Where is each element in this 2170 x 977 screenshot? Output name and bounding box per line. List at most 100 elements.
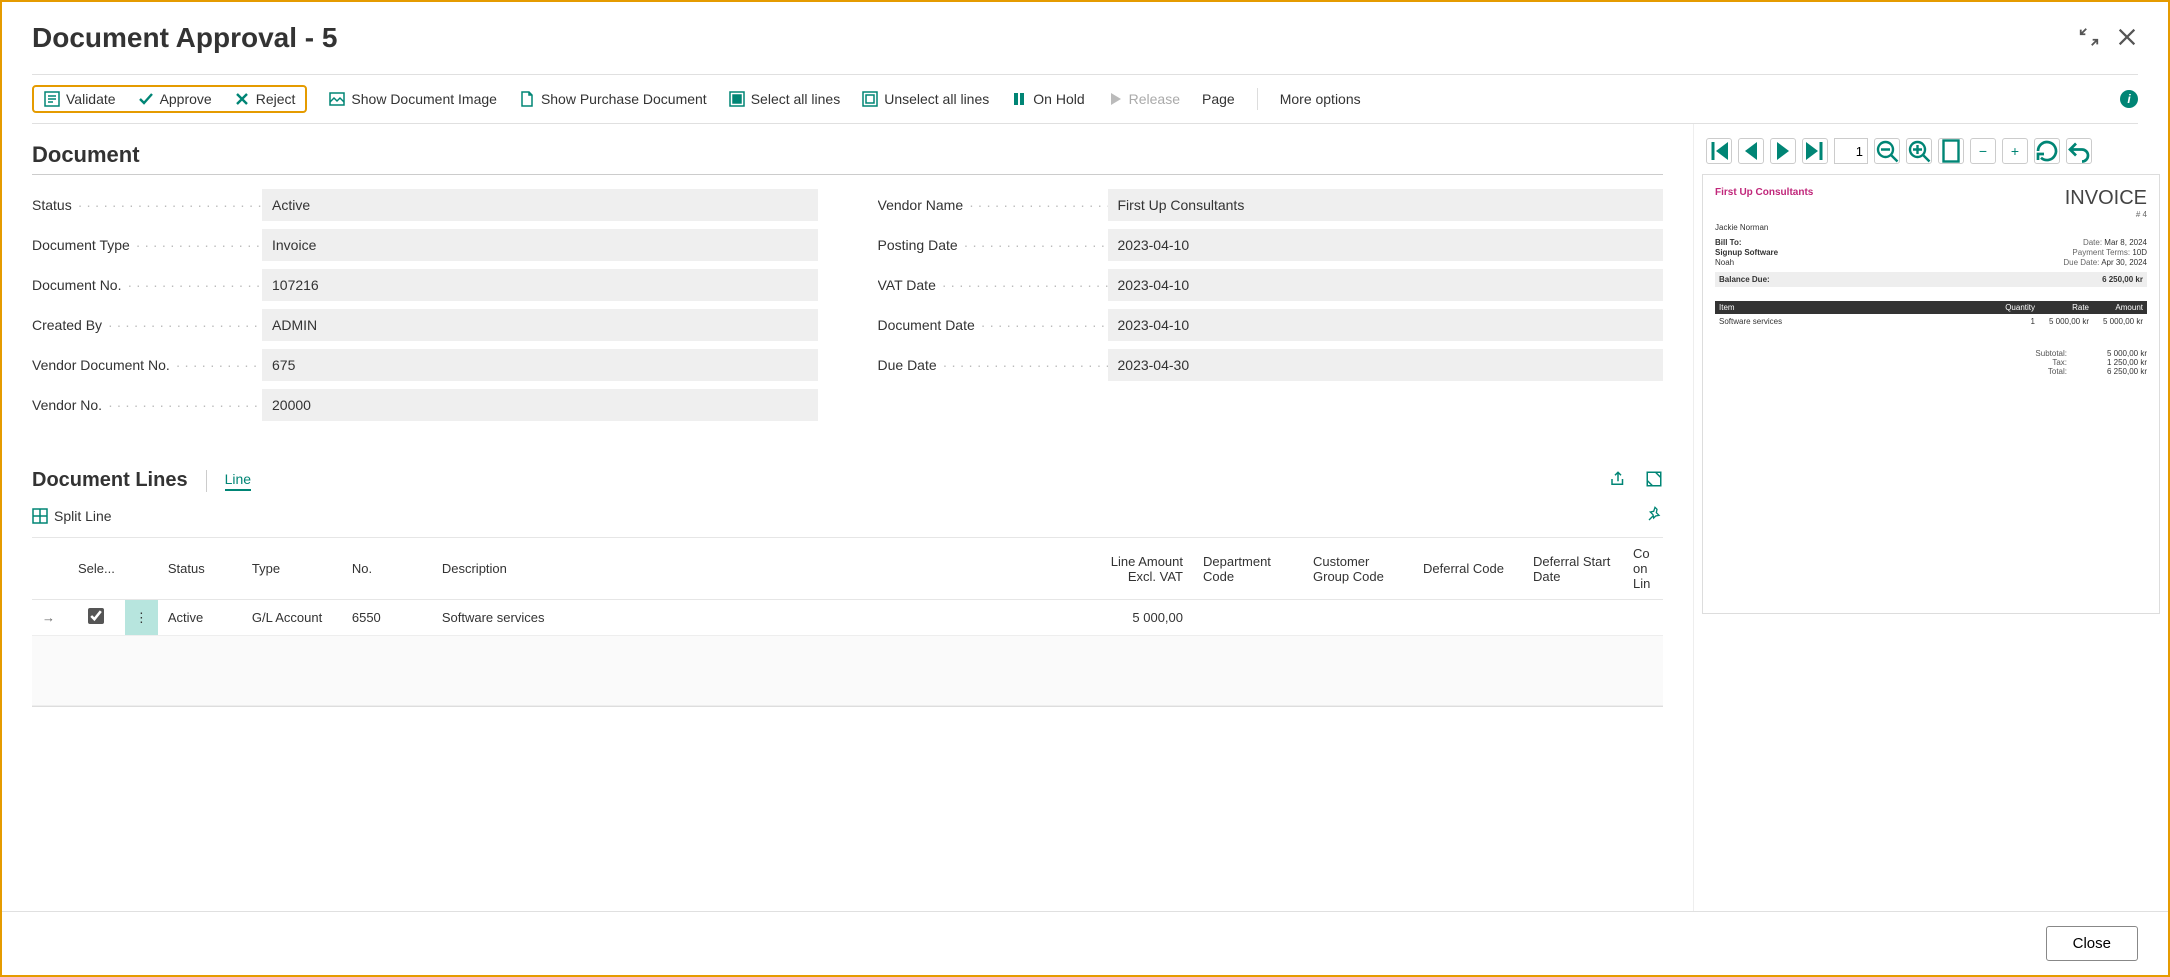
document-lines-table-wrap[interactable]: Sele... Status Type No. Description Line… — [32, 533, 1663, 707]
approve-button[interactable]: Approve — [138, 91, 212, 107]
validate-icon — [44, 91, 60, 107]
cell-cust[interactable] — [1303, 600, 1413, 636]
document-icon — [519, 91, 535, 107]
page-number-input[interactable] — [1834, 138, 1868, 164]
row-menu-button[interactable]: ⋮ — [125, 600, 158, 636]
col-comment[interactable]: Co on Lin — [1623, 538, 1663, 600]
col-description[interactable]: Description — [432, 538, 1073, 600]
invoice-preview[interactable]: First Up Consultants INVOICE # 4 Jackie … — [1702, 174, 2160, 614]
unselect-all-icon — [862, 91, 878, 107]
share-icon[interactable] — [1609, 470, 1627, 491]
col-deferral[interactable]: Deferral Code — [1413, 538, 1523, 600]
field-value-doc-type[interactable]: Invoice — [262, 229, 818, 261]
cell-type[interactable]: G/L Account — [242, 600, 342, 636]
unselect-all-label: Unselect all lines — [884, 91, 989, 107]
cell-comment[interactable] — [1623, 600, 1663, 636]
field-value-created-by[interactable]: ADMIN — [262, 309, 818, 341]
inv-due-label: Due Date: — [2029, 258, 2099, 267]
row-indicator-icon[interactable]: → — [32, 600, 68, 636]
approve-label: Approve — [160, 91, 212, 107]
on-hold-button[interactable]: On Hold — [1011, 91, 1084, 107]
field-value-due-date[interactable]: 2023-04-30 — [1108, 349, 1664, 381]
cell-description[interactable]: Software services — [432, 600, 1073, 636]
page-label: Page — [1202, 91, 1235, 107]
minus-button[interactable]: − — [1970, 138, 1996, 164]
inv-number: # 4 — [2065, 210, 2147, 219]
split-line-button[interactable]: Split Line — [32, 508, 112, 524]
close-button[interactable]: Close — [2046, 926, 2138, 961]
col-cust[interactable]: Customer Group Code — [1303, 538, 1413, 600]
inv-total-label: Total: — [2007, 367, 2067, 376]
inv-billto-person: Noah — [1715, 258, 1778, 267]
close-icon[interactable] — [2116, 26, 2138, 51]
field-value-status[interactable]: Active — [262, 189, 818, 221]
cell-status[interactable]: Active — [158, 600, 242, 636]
field-label-created-by: Created By — [32, 317, 262, 333]
inv-subtotal: 5 000,00 kr — [2087, 349, 2147, 358]
col-amount[interactable]: Line Amount Excl. VAT — [1073, 538, 1193, 600]
col-type[interactable]: Type — [242, 538, 342, 600]
field-value-doc-no[interactable]: 107216 — [262, 269, 818, 301]
refresh-button[interactable] — [2034, 138, 2060, 164]
collapse-icon[interactable] — [2078, 26, 2100, 51]
field-value-posting-date[interactable]: 2023-04-10 — [1108, 229, 1664, 261]
inv-item-rate: 5 000,00 kr — [2035, 317, 2089, 326]
field-value-vendor-doc-no[interactable]: 675 — [262, 349, 818, 381]
reject-button[interactable]: Reject — [234, 91, 296, 107]
field-label-vendor-name: Vendor Name — [878, 197, 1108, 213]
col-select[interactable]: Sele... — [68, 538, 125, 600]
show-document-image-button[interactable]: Show Document Image — [329, 91, 497, 107]
page-menu[interactable]: Page — [1202, 91, 1235, 107]
title-bar: Document Approval - 5 — [2, 2, 2168, 54]
pin-icon[interactable] — [1647, 506, 1663, 525]
cell-dept[interactable] — [1193, 600, 1303, 636]
cell-no[interactable]: 6550 — [342, 600, 432, 636]
zoom-out-button[interactable] — [1874, 138, 1900, 164]
row-select-checkbox[interactable] — [88, 608, 104, 624]
info-icon[interactable]: i — [2120, 90, 2138, 108]
cell-amount[interactable]: 5 000,00 — [1073, 600, 1193, 636]
document-section-title: Document — [32, 142, 1663, 175]
field-value-vendor-name[interactable]: First Up Consultants — [1108, 189, 1664, 221]
expand-icon[interactable] — [1645, 470, 1663, 491]
table-row[interactable]: → ⋮ Active G/L Account 6550 Software ser… — [32, 600, 1663, 636]
inv-terms-label: Payment Terms: — [2060, 248, 2130, 257]
field-label-doc-no: Document No. — [32, 277, 262, 293]
field-label-document-date: Document Date — [878, 317, 1108, 333]
plus-button[interactable]: + — [2002, 138, 2028, 164]
fit-page-button[interactable] — [1938, 138, 1964, 164]
unselect-all-lines-button[interactable]: Unselect all lines — [862, 91, 989, 107]
line-tab[interactable]: Line — [225, 471, 251, 491]
field-value-document-date[interactable]: 2023-04-10 — [1108, 309, 1664, 341]
show-purchase-document-button[interactable]: Show Purchase Document — [519, 91, 707, 107]
first-page-button[interactable] — [1706, 138, 1732, 164]
prev-page-button[interactable] — [1738, 138, 1764, 164]
undo-button[interactable] — [2066, 138, 2092, 164]
validate-button[interactable]: Validate — [44, 91, 116, 107]
col-status[interactable]: Status — [158, 538, 242, 600]
col-no[interactable]: No. — [342, 538, 432, 600]
inv-subtotal-label: Subtotal: — [2007, 349, 2067, 358]
col-dept[interactable]: Department Code — [1193, 538, 1303, 600]
field-value-vat-date[interactable]: 2023-04-10 — [1108, 269, 1664, 301]
modal-window: Document Approval - 5 Validate Approve R… — [0, 0, 2170, 977]
inv-col-rate: Rate — [2035, 303, 2089, 312]
x-icon — [234, 91, 250, 107]
more-options-button[interactable]: More options — [1280, 91, 1361, 107]
field-value-vendor-no[interactable]: 20000 — [262, 389, 818, 421]
action-toolbar: Validate Approve Reject Show Document Im… — [32, 74, 2138, 124]
last-page-button[interactable] — [1802, 138, 1828, 164]
inv-col-amount: Amount — [2089, 303, 2143, 312]
check-icon — [138, 91, 154, 107]
cell-deferral-start[interactable] — [1523, 600, 1623, 636]
select-all-lines-button[interactable]: Select all lines — [729, 91, 841, 107]
cell-deferral[interactable] — [1413, 600, 1523, 636]
inv-date: Mar 8, 2024 — [2104, 238, 2147, 247]
document-lines-title: Document Lines — [32, 469, 188, 492]
col-deferral-start[interactable]: Deferral Start Date — [1523, 538, 1623, 600]
zoom-in-button[interactable] — [1906, 138, 1932, 164]
inv-vendor: First Up Consultants — [1715, 187, 1813, 198]
next-page-button[interactable] — [1770, 138, 1796, 164]
preview-panel: − + First Up Consultants INVOICE # 4 Jac… — [1693, 124, 2168, 911]
document-lines-header: Document Lines Line — [32, 469, 1663, 492]
